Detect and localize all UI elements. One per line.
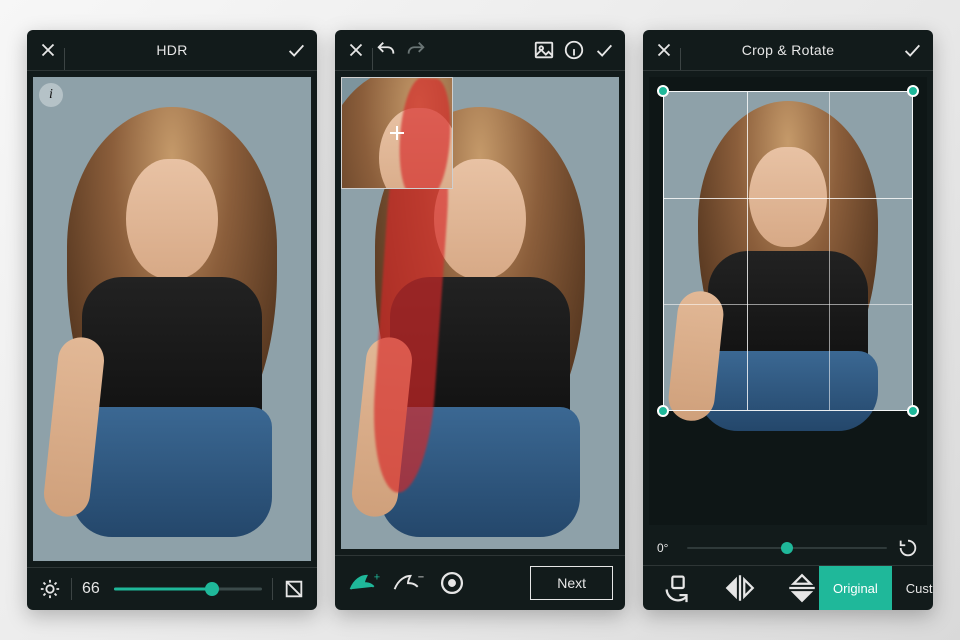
flip-horizontal-icon[interactable] (723, 574, 757, 602)
info-icon[interactable]: i (39, 83, 63, 107)
close-icon[interactable] (653, 39, 675, 61)
topbar: Crop & Rotate (643, 30, 933, 70)
screen-brush: + − Next (335, 30, 625, 610)
photo-placeholder (33, 77, 311, 561)
brush-add-icon[interactable]: + (347, 569, 381, 597)
crop-handle-br[interactable] (907, 405, 919, 417)
crosshair-icon (390, 126, 404, 140)
next-button[interactable]: Next (530, 566, 613, 600)
image-canvas[interactable] (341, 77, 619, 549)
divider (71, 578, 72, 600)
crop-frame[interactable] (663, 91, 913, 411)
aspect-custom-button[interactable]: Custom (892, 566, 933, 610)
divider (27, 70, 317, 71)
page-title: Crop & Rotate (683, 42, 893, 58)
page-title: HDR (67, 42, 277, 58)
angle-slider[interactable] (687, 538, 887, 558)
topbar (335, 30, 625, 70)
aspect-original-button[interactable]: Original (819, 566, 892, 610)
rotate-90-icon[interactable] (661, 574, 695, 602)
brightness-value: 66 (82, 580, 104, 598)
topbar: HDR (27, 30, 317, 70)
brush-erase-icon[interactable]: − (391, 569, 425, 597)
svg-text:−: − (418, 572, 424, 584)
hdr-controls: 66 (27, 568, 317, 610)
brightness-slider[interactable] (114, 579, 262, 599)
reset-angle-icon[interactable] (897, 537, 919, 559)
undo-icon[interactable] (375, 39, 397, 61)
compare-icon[interactable] (283, 578, 305, 600)
image-icon[interactable] (533, 39, 555, 61)
crop-handle-tl[interactable] (657, 85, 669, 97)
brightness-icon[interactable] (39, 578, 61, 600)
divider (272, 578, 273, 600)
crop-handle-bl[interactable] (657, 405, 669, 417)
apply-icon[interactable] (593, 39, 615, 61)
image-canvas[interactable] (649, 77, 927, 525)
rotate-angle-row: 0° (643, 531, 933, 565)
apply-icon[interactable] (285, 39, 307, 61)
redo-icon[interactable] (405, 39, 427, 61)
svg-text:+: + (374, 572, 380, 584)
flip-vertical-icon[interactable] (785, 574, 819, 602)
angle-value: 0° (657, 541, 677, 555)
crop-handle-tr[interactable] (907, 85, 919, 97)
divider (335, 70, 625, 71)
image-canvas[interactable]: i (33, 77, 311, 561)
info-icon[interactable] (563, 39, 585, 61)
screen-crop: Crop & Rotate 0° (643, 30, 933, 610)
close-icon[interactable] (345, 39, 367, 61)
crop-toolbar: Original Custom (643, 566, 933, 610)
apply-icon[interactable] (901, 39, 923, 61)
brush-size-icon[interactable] (435, 569, 469, 597)
magnifier-preview (341, 77, 453, 189)
screen-hdr: HDR i 66 (27, 30, 317, 610)
brush-toolbar: + − Next (335, 556, 625, 610)
divider (643, 70, 933, 71)
close-icon[interactable] (37, 39, 59, 61)
